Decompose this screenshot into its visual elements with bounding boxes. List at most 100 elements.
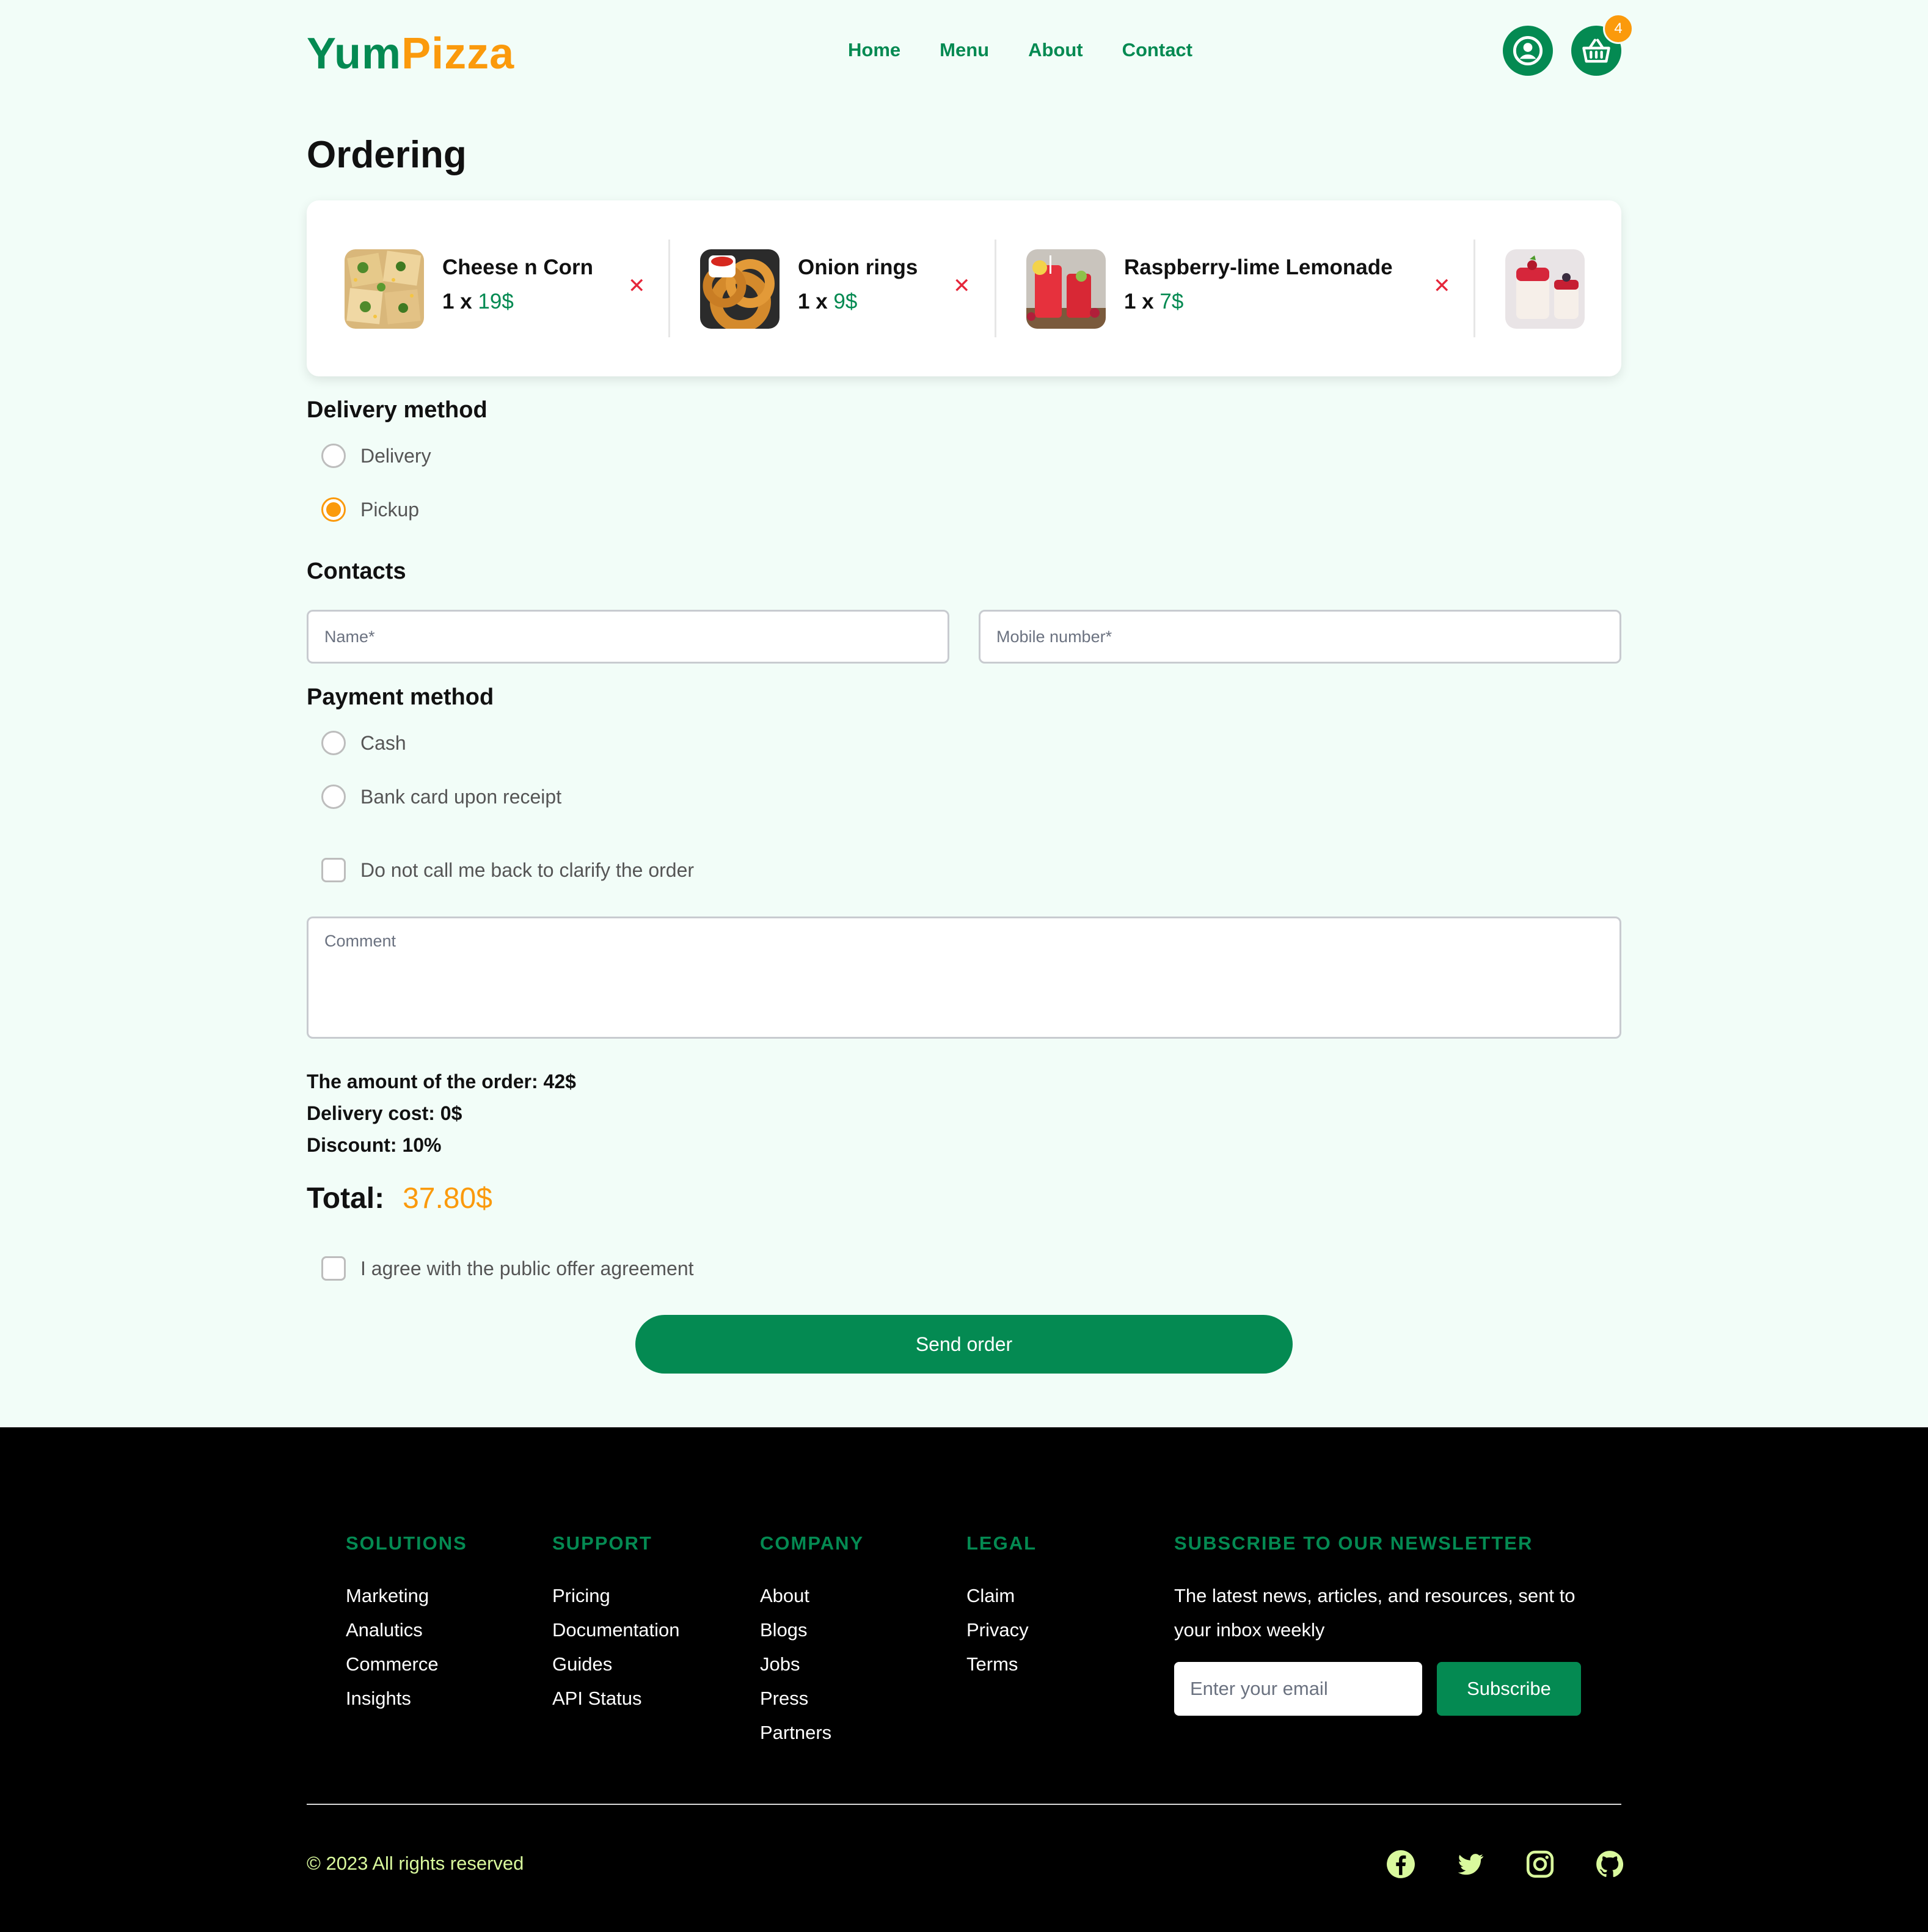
item-quantity: 1 x 19$ [442,290,514,314]
bank-card-radio[interactable] [321,785,346,809]
footer-column-title: SUPPORT [552,1532,652,1554]
close-icon: ✕ [953,274,971,298]
order-amount: The amount of the order: 42$ [307,1070,576,1092]
nav-about[interactable]: About [1028,37,1083,64]
no-callback-option[interactable]: Do not call me back to clarify the order [321,858,694,882]
footer-link[interactable]: Claim [966,1579,1037,1613]
footer-link[interactable]: Blogs [760,1613,864,1647]
footer-divider [307,1804,1621,1805]
footer-column-title: COMPANY [760,1532,864,1554]
no-callback-checkbox[interactable] [321,858,346,882]
footer-link[interactable]: Guides [552,1647,680,1681]
delivery-option-pickup[interactable]: Pickup [321,497,419,522]
cash-radio[interactable] [321,731,346,755]
total-label: Total: [307,1182,385,1215]
newsletter-email-input[interactable]: Enter your email [1174,1662,1422,1716]
nav-home[interactable]: Home [848,37,900,64]
mobile-number-input[interactable]: Mobile number* [979,610,1621,664]
newsletter-title: SUBSCRIBE TO OUR NEWSLETTER [1174,1532,1533,1554]
discount: Discount: 10% [307,1134,442,1156]
account-button[interactable] [1503,26,1553,76]
item-price: 7$ [1159,290,1184,313]
item-name: Raspberry-lime Lemonade [1124,255,1393,279]
github-icon [1596,1851,1624,1878]
item-image [700,249,780,329]
footer-link[interactable]: Pricing [552,1579,680,1613]
footer-link[interactable]: Analutics [346,1613,467,1647]
footer-link[interactable]: API Status [552,1681,680,1716]
contacts-title: Contacts [307,558,406,584]
name-input[interactable]: Name* [307,610,949,664]
total-row: Total: 37.80$ [307,1182,492,1215]
delivery-option-label: Delivery [360,444,431,467]
total-value: 37.80$ [403,1182,492,1215]
payment-option-cash[interactable]: Cash [321,731,406,755]
footer-link[interactable]: Partners [760,1716,864,1750]
twitter-link[interactable] [1455,1849,1486,1879]
item-price: 9$ [833,290,858,313]
agreement-checkbox[interactable] [321,1256,346,1281]
footer-link[interactable]: Privacy [966,1613,1037,1647]
item-image [345,249,424,329]
item-image [1505,249,1585,329]
item-divider [1473,240,1475,337]
nav-menu[interactable]: Menu [940,37,989,64]
twitter-icon [1458,1854,1484,1875]
pickup-radio[interactable] [321,497,346,522]
github-link[interactable] [1594,1849,1625,1879]
footer-link[interactable]: Insights [346,1681,467,1716]
footer-column-support: SUPPORT Pricing Documentation Guides API… [552,1532,680,1716]
footer-link[interactable]: Marketing [346,1579,467,1613]
nav-contact[interactable]: Contact [1122,37,1192,64]
delivery-option-delivery[interactable]: Delivery [321,444,431,468]
order-items-carousel[interactable]: Cheese n Corn 1 x 19$ ✕ Onion rings 1 x … [307,200,1621,376]
remove-item-button[interactable]: ✕ [1433,274,1451,298]
copyright: © 2023 All rights reserved [307,1853,524,1874]
close-icon: ✕ [1433,274,1451,298]
footer-link[interactable]: About [760,1579,864,1613]
delivery-cost: Delivery cost: 0$ [307,1102,462,1124]
instagram-icon [1526,1850,1554,1878]
user-icon [1513,35,1543,66]
item-quantity: 1 x 7$ [1124,290,1183,314]
delivery-method-title: Delivery method [307,397,487,423]
comment-textarea[interactable]: Comment [307,917,1621,1039]
footer-link[interactable]: Terms [966,1647,1037,1681]
site-header: YumPizza Home Menu About Contact 4 [0,0,1928,101]
footer-link[interactable]: Jobs [760,1647,864,1681]
payment-method-title: Payment method [307,684,494,710]
facebook-icon [1387,1850,1415,1878]
remove-item-button[interactable]: ✕ [953,274,971,298]
instagram-link[interactable] [1525,1849,1555,1879]
newsletter-section: SUBSCRIBE TO OUR NEWSLETTER The latest n… [1174,1532,1602,1647]
item-quantity: 1 x 9$ [798,290,857,314]
no-callback-label: Do not call me back to clarify the order [360,858,695,881]
agreement-option[interactable]: I agree with the public offer agreement [321,1256,694,1281]
item-image [1026,249,1106,329]
order-item: Onion rings 1 x 9$ ✕ [700,249,987,329]
pickup-option-label: Pickup [360,498,420,521]
order-item: Raspberry-lime Lemonade 1 x 7$ ✕ [1026,249,1466,329]
cart-count-badge: 4 [1603,13,1634,44]
item-qty-prefix: 1 x [798,290,834,313]
footer-link[interactable]: Press [760,1681,864,1716]
item-divider [668,240,670,337]
logo-pizza: Pizza [401,29,515,78]
order-item: Cheese n Corn 1 x 19$ ✕ [345,249,650,329]
logo[interactable]: YumPizza [307,32,514,76]
footer-link[interactable]: Commerce [346,1647,467,1681]
delivery-radio[interactable] [321,444,346,468]
main-nav: Home Menu About Contact [848,37,1192,64]
close-icon: ✕ [628,274,646,298]
footer-link[interactable]: Documentation [552,1613,680,1647]
item-price: 19$ [478,290,514,313]
footer-column-legal: LEGAL Claim Privacy Terms [966,1532,1037,1681]
subscribe-button[interactable]: Subscribe [1437,1662,1581,1716]
footer-column-title: SOLUTIONS [346,1532,467,1554]
remove-item-button[interactable]: ✕ [628,274,646,298]
payment-option-bank-card[interactable]: Bank card upon receipt [321,785,561,809]
footer-column-company: COMPANY About Blogs Jobs Press Partners [760,1532,864,1750]
send-order-button[interactable]: Send order [635,1315,1293,1374]
facebook-link[interactable] [1386,1849,1416,1879]
logo-yum: Yum [307,29,402,78]
